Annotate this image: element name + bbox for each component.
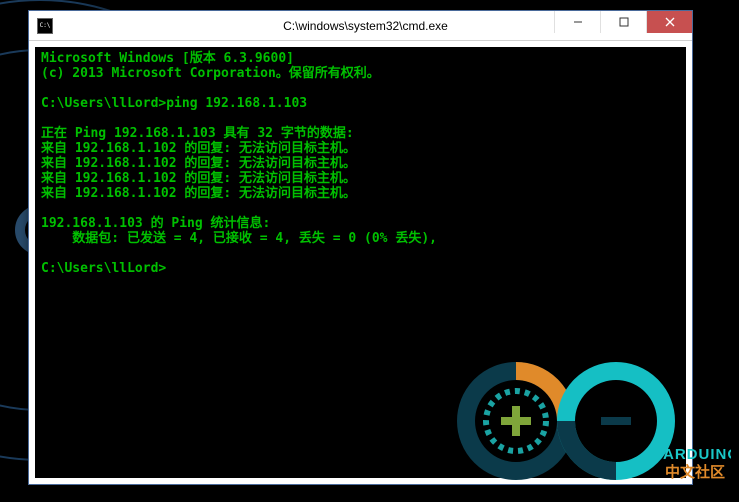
cmd-window: C:\windows\system32\cmd.exe Microsoft Wi… xyxy=(28,10,693,485)
maximize-button[interactable] xyxy=(600,11,646,33)
terminal-line: 数据包: 已发送 = 4, 已接收 = 4, 丢失 = 0 (0% 丢失), xyxy=(41,231,680,246)
terminal-line: C:\Users\llLord>ping 192.168.1.103 xyxy=(41,96,680,111)
app-icon xyxy=(37,18,53,34)
terminal-line: C:\Users\llLord> xyxy=(41,261,680,276)
terminal-line: 来自 192.168.1.102 的回复: 无法访问目标主机。 xyxy=(41,141,680,156)
terminal-output[interactable]: Microsoft Windows [版本 6.3.9600](c) 2013 … xyxy=(35,47,686,478)
titlebar[interactable]: C:\windows\system32\cmd.exe xyxy=(29,11,692,41)
terminal-line xyxy=(41,201,680,216)
close-button[interactable] xyxy=(646,11,692,33)
minimize-button[interactable] xyxy=(554,11,600,33)
close-icon xyxy=(665,17,675,27)
terminal-line xyxy=(41,246,680,261)
terminal-line: 来自 192.168.1.102 的回复: 无法访问目标主机。 xyxy=(41,156,680,171)
maximize-icon xyxy=(619,17,629,27)
terminal-line xyxy=(41,111,680,126)
terminal-line: 来自 192.168.1.102 的回复: 无法访问目标主机。 xyxy=(41,186,680,201)
minimize-icon xyxy=(573,17,583,27)
terminal-line: 来自 192.168.1.102 的回复: 无法访问目标主机。 xyxy=(41,171,680,186)
terminal-line: 192.168.1.103 的 Ping 统计信息: xyxy=(41,216,680,231)
terminal-line xyxy=(41,81,680,96)
terminal-line: (c) 2013 Microsoft Corporation。保留所有权利。 xyxy=(41,66,680,81)
terminal-line: Microsoft Windows [版本 6.3.9600] xyxy=(41,51,680,66)
terminal-line: 正在 Ping 192.168.1.103 具有 32 字节的数据: xyxy=(41,126,680,141)
window-buttons xyxy=(554,11,692,33)
